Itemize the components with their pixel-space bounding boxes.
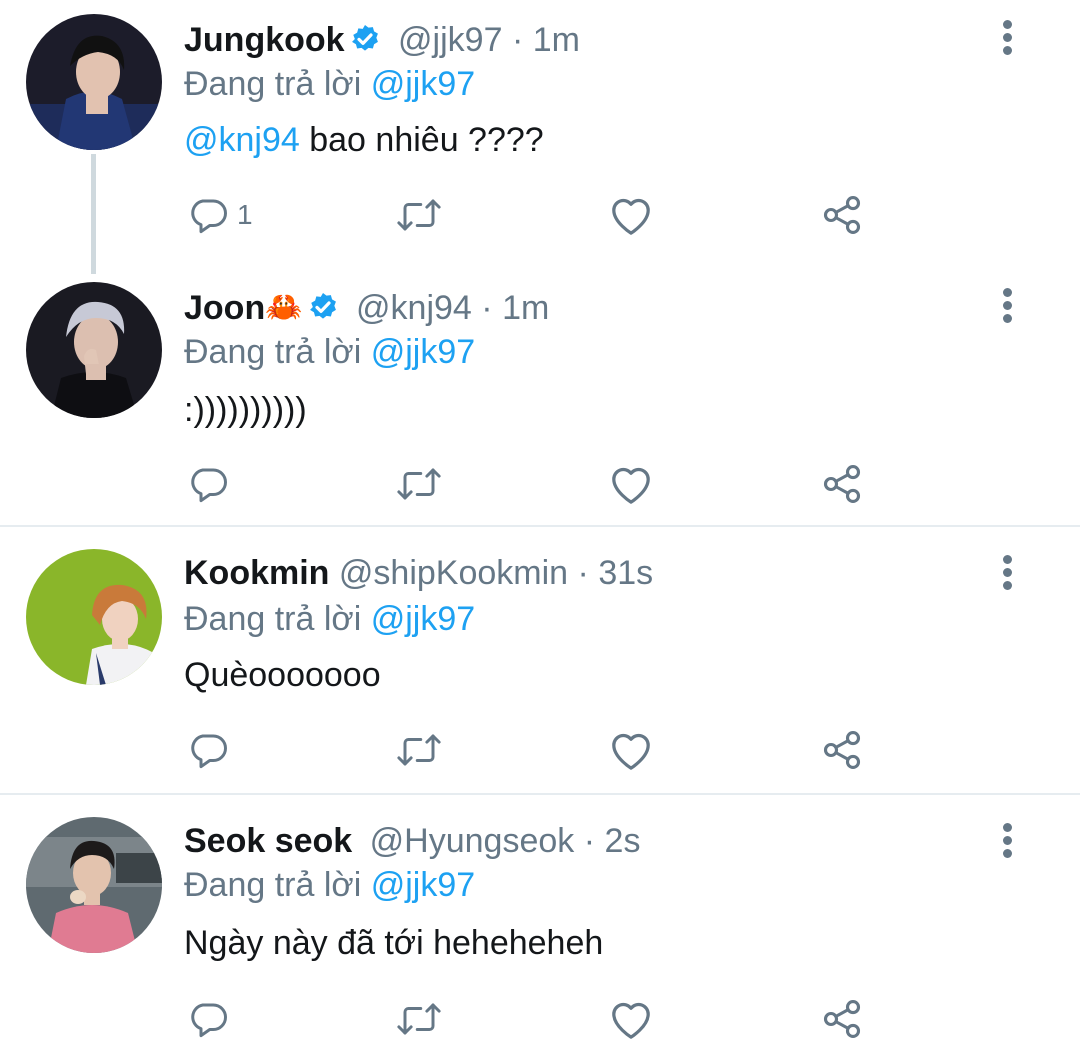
share-button[interactable]	[820, 459, 864, 509]
reply-context: Đang trả lời @jjk97	[184, 332, 475, 372]
reply-button[interactable]	[187, 459, 237, 509]
action-bar: 1	[0, 190, 1080, 240]
timestamp[interactable]: 2s	[605, 822, 641, 860]
display-name[interactable]: Seok seok	[184, 822, 352, 860]
handle[interactable]: @Hyungseok	[370, 822, 575, 860]
share-button[interactable]	[820, 190, 864, 240]
avatar[interactable]	[26, 817, 162, 953]
reply-count: 1	[237, 199, 253, 230]
share-icon	[820, 193, 864, 237]
more-icon[interactable]	[994, 286, 1022, 326]
share-icon	[820, 728, 864, 772]
avatar[interactable]	[26, 14, 162, 150]
reply-to-mention[interactable]: @jjk97	[371, 866, 475, 904]
verified-badge-icon	[307, 291, 339, 332]
reply-prefix: Đang trả lời	[184, 333, 362, 371]
reply-icon	[187, 194, 229, 236]
reply-button[interactable]	[187, 725, 237, 775]
reply-to-mention[interactable]: @jjk97	[371, 600, 475, 638]
retweet-icon	[396, 729, 442, 771]
timestamp[interactable]: 1m	[502, 289, 549, 327]
like-button[interactable]	[608, 994, 654, 1044]
reply-prefix: Đang trả lời	[184, 866, 362, 904]
tweet-text: Ngày này đã tới heheheheh	[184, 924, 604, 962]
separator-dot: ·	[481, 289, 493, 327]
handle[interactable]: @knj94	[356, 289, 472, 327]
handle[interactable]: @shipKookmin	[339, 554, 568, 592]
reply-button[interactable]	[187, 994, 237, 1044]
verified-badge-icon	[349, 23, 381, 64]
timestamp[interactable]: 1m	[533, 21, 580, 59]
tweet-text: @knj94 bao nhiêu ????	[184, 120, 544, 160]
share-icon	[820, 462, 864, 506]
handle[interactable]: @jjk97	[398, 21, 502, 59]
reply-icon	[187, 463, 229, 505]
more-icon[interactable]	[994, 18, 1022, 58]
reply-prefix: Đang trả lời	[184, 65, 362, 103]
more-icon[interactable]	[994, 821, 1022, 861]
like-button[interactable]	[608, 459, 654, 509]
tweet-text: Quèooooooo	[184, 656, 381, 694]
timestamp[interactable]: 31s	[598, 554, 653, 592]
display-name[interactable]: Jungkook	[184, 21, 345, 59]
share-button[interactable]	[820, 994, 864, 1044]
avatar[interactable]	[26, 549, 162, 685]
tweet-joon[interactable]: Joon🦀 @knj94 · 1m Đang trả lời @jjk97 :)…	[0, 270, 1080, 526]
reply-button[interactable]: 1	[187, 190, 253, 240]
tweet-text-content: bao nhiêu ????	[299, 121, 544, 159]
retweet-icon	[396, 194, 442, 236]
like-icon	[608, 463, 654, 505]
reply-context: Đang trả lời @jjk97	[184, 64, 475, 104]
retweet-button[interactable]	[396, 994, 442, 1044]
like-button[interactable]	[608, 725, 654, 775]
action-bar	[0, 459, 1080, 509]
like-icon	[608, 729, 654, 771]
tweet-jungkook[interactable]: Jungkook @jjk97 · 1m Đang trả lời @jjk97…	[0, 0, 1080, 274]
reply-context: Đang trả lời @jjk97	[184, 599, 475, 639]
text-mention[interactable]: @knj94	[184, 121, 300, 159]
tweet-seok-seok[interactable]: Seok seok @Hyungseok · 2s Đang trả lời @…	[0, 795, 1080, 1063]
reply-context: Đang trả lời @jjk97	[184, 865, 475, 905]
tweet-text: :))))))))))	[184, 391, 307, 429]
retweet-button[interactable]	[396, 190, 442, 240]
display-name[interactable]: Kookmin	[184, 554, 329, 592]
retweet-button[interactable]	[396, 725, 442, 775]
like-button[interactable]	[608, 190, 654, 240]
reply-prefix: Đang trả lời	[184, 600, 362, 638]
like-icon	[608, 194, 654, 236]
action-bar	[0, 725, 1080, 775]
reply-to-mention[interactable]: @jjk97	[371, 333, 475, 371]
retweet-button[interactable]	[396, 459, 442, 509]
crab-emoji: 🦀	[265, 291, 303, 324]
more-icon[interactable]	[994, 553, 1022, 593]
like-icon	[608, 998, 654, 1040]
separator-dot: ·	[511, 21, 524, 59]
retweet-icon	[396, 463, 442, 505]
display-name[interactable]: Joon	[184, 289, 265, 327]
action-bar	[0, 994, 1080, 1044]
avatar[interactable]	[26, 282, 162, 418]
reply-to-mention[interactable]: @jjk97	[371, 65, 475, 103]
separator-dot: ·	[577, 554, 589, 592]
share-button[interactable]	[820, 725, 864, 775]
tweet-kookmin[interactable]: Kookmin @shipKookmin · 31s Đang trả lời …	[0, 527, 1080, 795]
share-icon	[820, 997, 864, 1041]
separator-dot: ·	[583, 822, 596, 860]
reply-icon	[187, 998, 229, 1040]
reply-icon	[187, 729, 229, 771]
retweet-icon	[396, 998, 442, 1040]
